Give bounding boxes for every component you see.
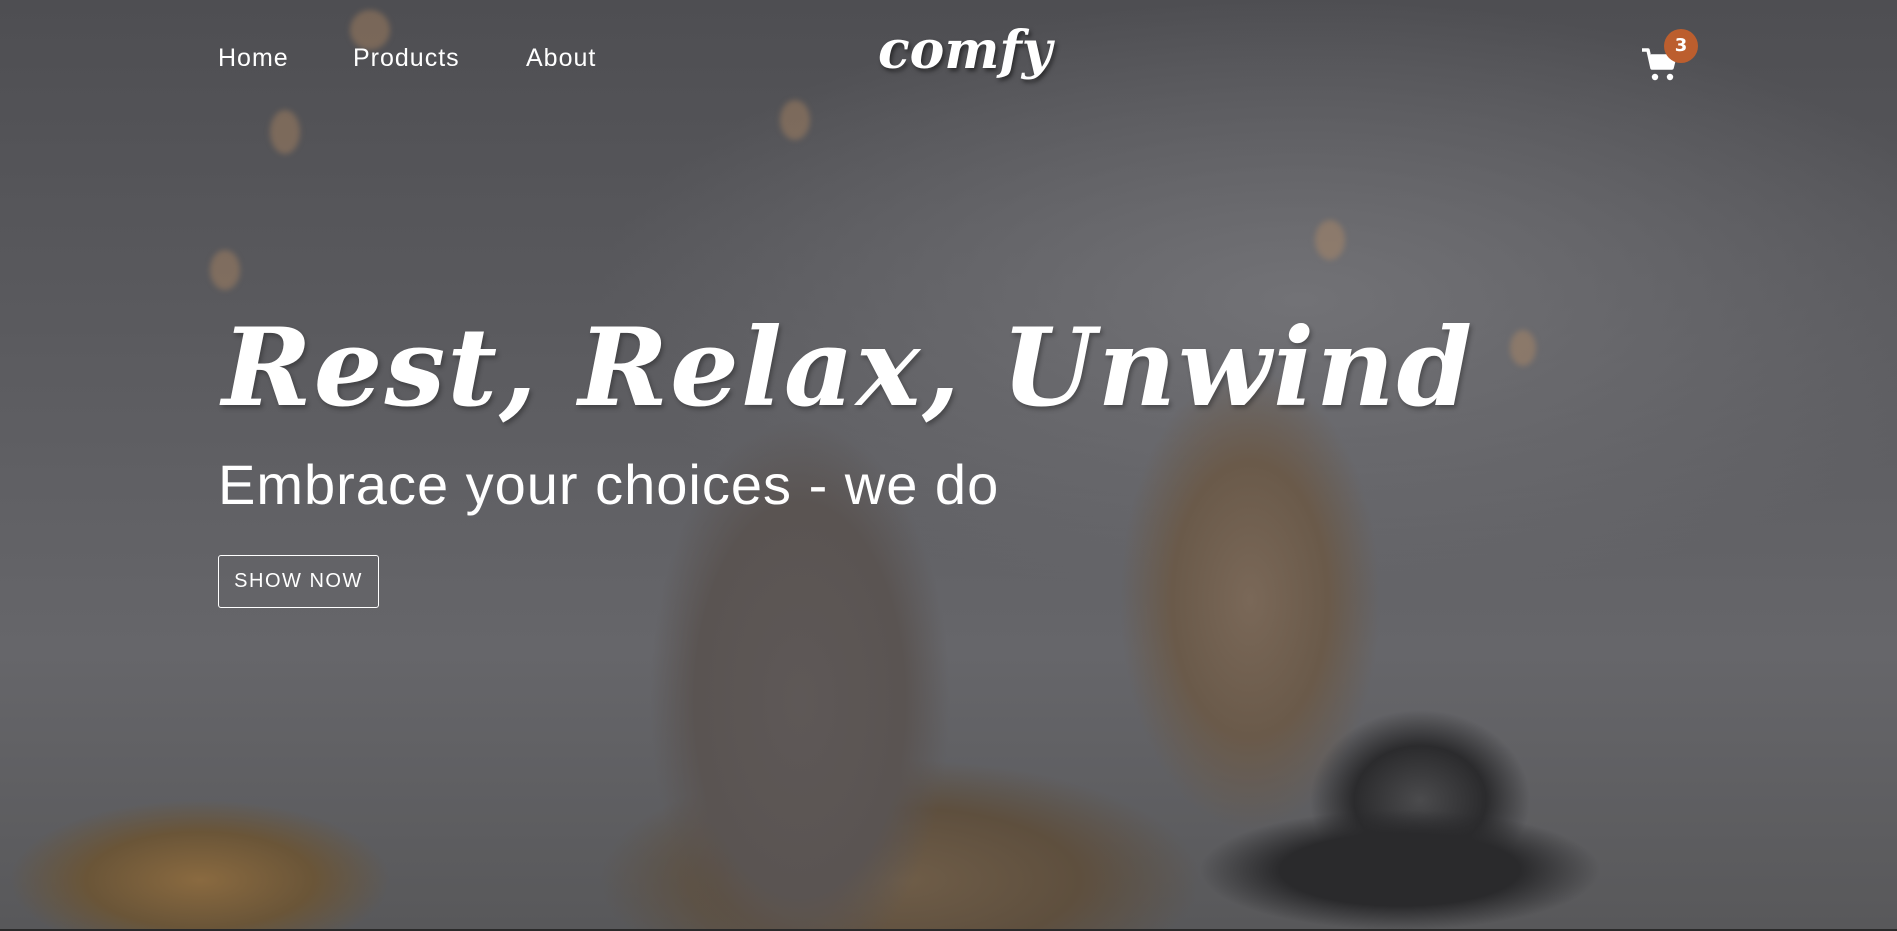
hero-subtitle: Embrace your choices - we do xyxy=(218,453,1000,516)
bokeh-light xyxy=(1315,220,1345,260)
brand-logo[interactable]: comfy xyxy=(878,20,1052,81)
nav-about[interactable]: About xyxy=(526,44,596,73)
nav-home[interactable]: Home xyxy=(218,44,289,73)
bokeh-light xyxy=(1510,330,1536,366)
bokeh-light xyxy=(780,100,810,140)
bokeh-light xyxy=(270,110,300,154)
bokeh-light xyxy=(210,250,240,290)
nav-products[interactable]: Products xyxy=(353,44,460,73)
cart-count-badge: 3 xyxy=(1664,29,1698,63)
hero-title: Rest, Relax, Unwind xyxy=(222,305,1475,431)
show-now-button[interactable]: show now xyxy=(218,555,379,608)
